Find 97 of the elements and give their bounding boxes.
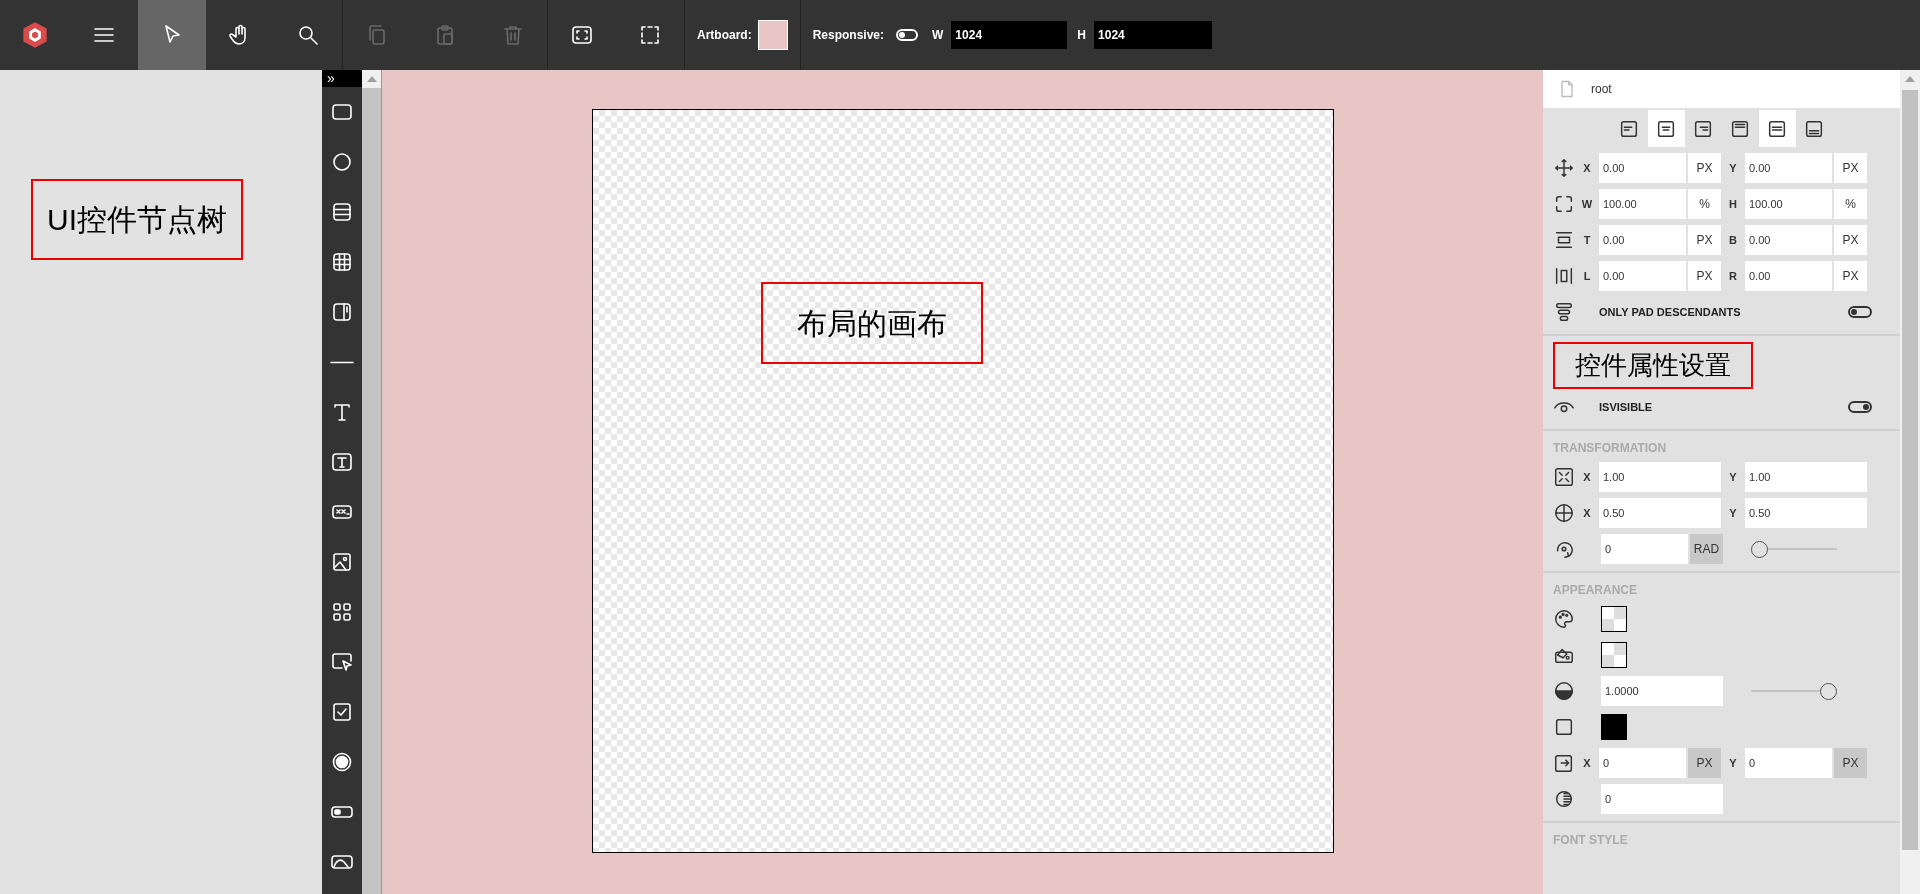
- image-icon: [330, 550, 354, 574]
- circle-icon: [330, 150, 354, 174]
- field-label: Y: [1728, 755, 1738, 771]
- expand-button[interactable]: »: [322, 70, 362, 87]
- unit-button[interactable]: PX: [1834, 748, 1867, 778]
- transparent-swatch[interactable]: [1601, 606, 1627, 632]
- four-squares-icon: [330, 600, 354, 624]
- value-input[interactable]: 0.00: [1745, 225, 1832, 255]
- toggle-switch[interactable]: [1848, 306, 1872, 318]
- field-label: W: [1580, 196, 1594, 212]
- move-icon: [1553, 157, 1575, 179]
- properties-scrollbar[interactable]: [1900, 70, 1920, 894]
- field-label: Y: [1728, 505, 1738, 521]
- grid-icon: [330, 250, 354, 274]
- field-label: Y: [1728, 469, 1738, 485]
- slider[interactable]: [1751, 682, 1837, 700]
- width-label: W: [932, 27, 944, 44]
- align-button[interactable]: [1647, 110, 1685, 147]
- checkbox-icon: [330, 700, 354, 724]
- line-icon: [330, 360, 354, 364]
- crosshair-icon: [1553, 502, 1575, 524]
- slider-thumb[interactable]: [1751, 540, 1768, 558]
- square-icon: [1553, 716, 1575, 738]
- height-input[interactable]: 1024: [1094, 21, 1213, 49]
- responsive-label: Responsive:: [812, 27, 885, 44]
- field-label: H: [1728, 196, 1738, 212]
- cursor-icon: [330, 650, 354, 674]
- width-input[interactable]: 1024: [951, 21, 1068, 49]
- height-label: H: [1077, 27, 1087, 44]
- stack-icon: [1553, 301, 1575, 323]
- vertical-padding-icon: [1553, 229, 1575, 251]
- value-input[interactable]: 100.00: [1745, 189, 1832, 219]
- value-input[interactable]: 0: [1601, 534, 1688, 564]
- unit-button[interactable]: PX: [1688, 225, 1721, 255]
- resize-icon: [1553, 193, 1575, 215]
- artboard-color-swatch[interactable]: [757, 20, 788, 50]
- value-input[interactable]: 1.0000: [1601, 676, 1723, 706]
- value-input[interactable]: 0: [1601, 784, 1723, 814]
- node-name: root: [1591, 81, 1612, 98]
- frame-icon: [570, 23, 594, 47]
- option-label: ONLY PAD DESCENDANTS: [1599, 304, 1742, 320]
- value-input[interactable]: 0.00: [1599, 153, 1686, 183]
- value-input[interactable]: 0.00: [1599, 225, 1686, 255]
- half-circle-icon: [1553, 680, 1575, 702]
- responsive-toggle[interactable]: [896, 29, 919, 41]
- unit-button[interactable]: PX: [1688, 153, 1721, 183]
- field-label: X: [1582, 505, 1592, 521]
- striped-circle-icon: [1553, 788, 1575, 810]
- value-input[interactable]: 1.00: [1599, 462, 1721, 492]
- panel-icon: [330, 300, 354, 324]
- search-icon: [296, 23, 320, 47]
- toggle-switch[interactable]: [1848, 401, 1872, 413]
- annotation-label: UI控件节点树: [31, 179, 243, 260]
- list-icon: [330, 200, 354, 224]
- horizontal-padding-icon: [1553, 265, 1575, 287]
- unit-button[interactable]: PX: [1834, 261, 1867, 291]
- unit-button[interactable]: PX: [1688, 748, 1721, 778]
- align-button[interactable]: [1758, 110, 1796, 147]
- unit-button[interactable]: %: [1834, 189, 1867, 219]
- palette-icon: [1553, 608, 1575, 630]
- slider[interactable]: [1751, 540, 1837, 558]
- radio-icon: [330, 750, 354, 774]
- option-label: ISVISIBLE: [1599, 399, 1654, 415]
- field-label: X: [1582, 469, 1592, 485]
- unit-button[interactable]: %: [1688, 189, 1721, 219]
- value-input[interactable]: 0.00: [1745, 261, 1832, 291]
- field-label: X: [1582, 755, 1592, 771]
- logo-icon[interactable]: [21, 21, 49, 49]
- unit-button[interactable]: RAD: [1690, 534, 1723, 564]
- trash-icon: [501, 23, 525, 47]
- unit-button[interactable]: PX: [1834, 225, 1867, 255]
- scale-icon: [1553, 466, 1575, 488]
- unit-button[interactable]: PX: [1688, 261, 1721, 291]
- annotation-label: 控件属性设置: [1553, 342, 1753, 389]
- value-input[interactable]: 0: [1599, 748, 1686, 778]
- text-box-icon: [330, 450, 354, 474]
- field-label: R: [1728, 268, 1738, 284]
- transparent-swatch[interactable]: [1601, 642, 1627, 668]
- value-input[interactable]: 1.00: [1745, 462, 1867, 492]
- field-label: X: [1582, 160, 1592, 176]
- value-input[interactable]: 0: [1745, 748, 1832, 778]
- field-label: B: [1728, 232, 1738, 248]
- value-input[interactable]: 0.00: [1599, 261, 1686, 291]
- unit-button[interactable]: PX: [1834, 153, 1867, 183]
- value-input[interactable]: 0.50: [1599, 498, 1721, 528]
- value-input[interactable]: 100.00: [1599, 189, 1686, 219]
- annotation-label: 布局的画布: [760, 282, 983, 364]
- export-icon: [1553, 752, 1575, 774]
- field-label: T: [1582, 232, 1592, 248]
- color-swatch[interactable]: [1601, 714, 1627, 740]
- value-input[interactable]: 0.50: [1745, 498, 1867, 528]
- field-label: Y: [1728, 160, 1738, 176]
- scrollbar[interactable]: [362, 70, 382, 894]
- slider-thumb[interactable]: [1820, 682, 1837, 700]
- field-label: L: [1582, 268, 1592, 284]
- value-input[interactable]: 0.00: [1745, 153, 1832, 183]
- artboard-label: Artboard:: [697, 27, 752, 44]
